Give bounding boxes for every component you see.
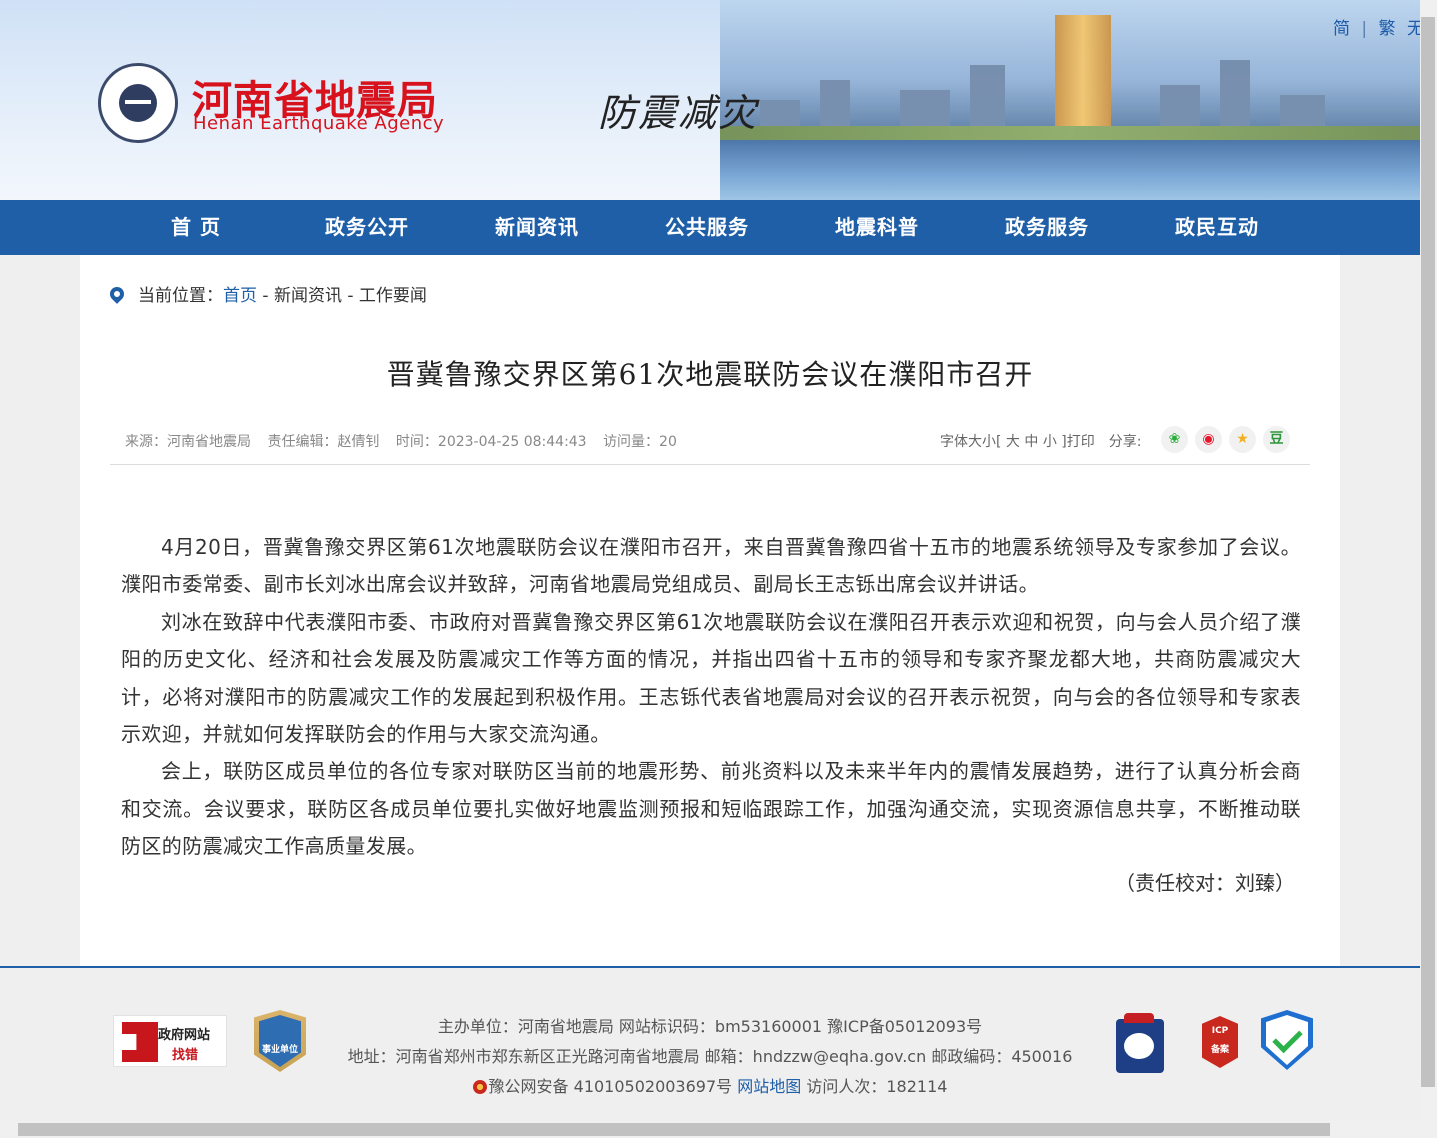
- site-header: 河南省地震局 Henan Earthquake Agency 防震减灾 简 | …: [0, 0, 1420, 200]
- icp-record-badge[interactable]: ICP 备案: [1202, 1016, 1238, 1068]
- breadcrumb-path: - 新闻资讯 - 工作要闻: [257, 286, 427, 306]
- article-editor: 责任编辑：赵倩钊: [267, 434, 380, 450]
- site-footer: 政府网站 找错 事业单位 主办单位：河南省地震局 网站标识码：bm5316000…: [0, 968, 1420, 1121]
- nav-gov-service[interactable]: 政务服务: [962, 200, 1132, 255]
- lang-simplified[interactable]: 简: [1333, 19, 1350, 39]
- article-paragraph: 4月20日，晋冀鲁豫交界区第61次地震联防会议在濮阳市召开，来自晋冀鲁豫四省十五…: [121, 535, 1301, 597]
- wechat-icon[interactable]: ❀: [1161, 426, 1188, 453]
- lang-traditional[interactable]: 繁: [1379, 19, 1396, 39]
- share-buttons: ❀ ◉ ★ 豆: [1161, 426, 1291, 454]
- article-title: 晋冀鲁豫交界区第61次地震联防会议在濮阳市召开: [386, 358, 1034, 391]
- qzone-icon[interactable]: ★: [1229, 426, 1256, 453]
- horizontal-scrollbar-thumb[interactable]: [18, 1123, 1330, 1136]
- landmark-tower: [1055, 15, 1111, 135]
- footer-record-line: 豫公网安备 41010502003697号 网站地图 访问人次：182114: [0, 1073, 1420, 1097]
- sitemap-link[interactable]: 网站地图: [737, 1077, 801, 1096]
- nav-public-service[interactable]: 公共服务: [622, 200, 792, 255]
- breadcrumb: 当前位置：首页 - 新闻资讯 - 工作要闻: [107, 281, 427, 306]
- font-size-small[interactable]: 小: [1043, 434, 1057, 450]
- river: [720, 140, 1420, 200]
- article-views: 访问量：20: [603, 434, 677, 450]
- nav-gov-affairs[interactable]: 政务公开: [282, 200, 452, 255]
- article-time: 时间：2023-04-25 08:44:43: [395, 434, 587, 450]
- police-record-text: 豫公网安备 41010502003697号: [488, 1077, 738, 1096]
- breadcrumb-home-link[interactable]: 首页: [223, 286, 257, 306]
- article-meta: 来源：河南省地震局 责任编辑：赵倩钊 时间：2023-04-25 08:44:4…: [125, 431, 689, 451]
- main-nav: 首 页 政务公开 新闻资讯 公共服务 地震科普 政务服务 政民互动: [0, 200, 1420, 255]
- article-container: 当前位置：首页 - 新闻资讯 - 工作要闻 晋冀鲁豫交界区第61次地震联防会议在…: [80, 255, 1340, 967]
- font-size-label: 字体大小[: [940, 434, 1002, 450]
- vertical-scrollbar[interactable]: [1420, 0, 1437, 1138]
- icp-badge-bottom: 备案: [1210, 1045, 1229, 1055]
- weibo-icon[interactable]: ◉: [1195, 426, 1222, 453]
- font-size-control: 字体大小[ 大 中 小 ]打印: [940, 434, 1095, 450]
- language-switcher: 简 | 繁 无: [1333, 14, 1420, 39]
- breadcrumb-prefix: 当前位置：: [138, 286, 223, 306]
- meta-divider: [110, 464, 1310, 465]
- cyber-police-badge[interactable]: [1110, 1009, 1176, 1075]
- horizontal-scrollbar[interactable]: [0, 1121, 1420, 1138]
- location-pin-icon: [107, 284, 127, 304]
- lang-accessible[interactable]: 无: [1407, 19, 1420, 39]
- nav-science[interactable]: 地震科普: [792, 200, 962, 255]
- article-source: 来源：河南省地震局: [125, 434, 251, 450]
- nav-home[interactable]: 首 页: [111, 200, 281, 255]
- share-label: 分享:: [1108, 434, 1142, 450]
- lang-separator: |: [1361, 19, 1368, 39]
- douban-icon[interactable]: 豆: [1263, 426, 1290, 453]
- city-skyline-banner: [720, 0, 1420, 200]
- nav-interaction[interactable]: 政民互动: [1132, 200, 1302, 255]
- article-paragraph: 会上，联防区成员单位的各位专家对联防区当前的地震形势、前兆资料以及未来半年内的震…: [121, 759, 1301, 859]
- article-paragraph: 刘冰在致辞中代表濮阳市委、市政府对晋冀鲁豫交界区第61次地震联防会议在濮阳召开表…: [121, 609, 1301, 747]
- print-link[interactable]: 打印: [1067, 434, 1095, 450]
- police-face: [1124, 1033, 1154, 1059]
- agency-emblem[interactable]: [98, 63, 178, 143]
- emblem-core: [119, 84, 157, 122]
- nav-news[interactable]: 新闻资讯: [452, 200, 622, 255]
- font-size-large[interactable]: 大: [1006, 434, 1020, 450]
- article-tools: 字体大小[ 大 中 小 ]打印 分享:: [940, 431, 1141, 451]
- police-cap-icon: [1124, 1013, 1154, 1023]
- article-body: 4月20日，晋冀鲁豫交界区第61次地震联防会议在濮阳市召开，来自晋冀鲁豫四省十五…: [121, 529, 1301, 866]
- vertical-scrollbar-thumb[interactable]: [1421, 17, 1435, 1087]
- police-emblem-icon: [472, 1080, 487, 1094]
- slogan-calligraphy: 防震减灾: [598, 91, 759, 135]
- site-title-en: Henan Earthquake Agency: [193, 113, 445, 134]
- icp-badge-top: ICP: [1211, 1026, 1229, 1036]
- visit-count: 访问人次：182114: [801, 1077, 948, 1096]
- article-signoff: （责任校对：刘臻）: [1115, 871, 1295, 895]
- font-size-medium[interactable]: 中: [1024, 434, 1038, 450]
